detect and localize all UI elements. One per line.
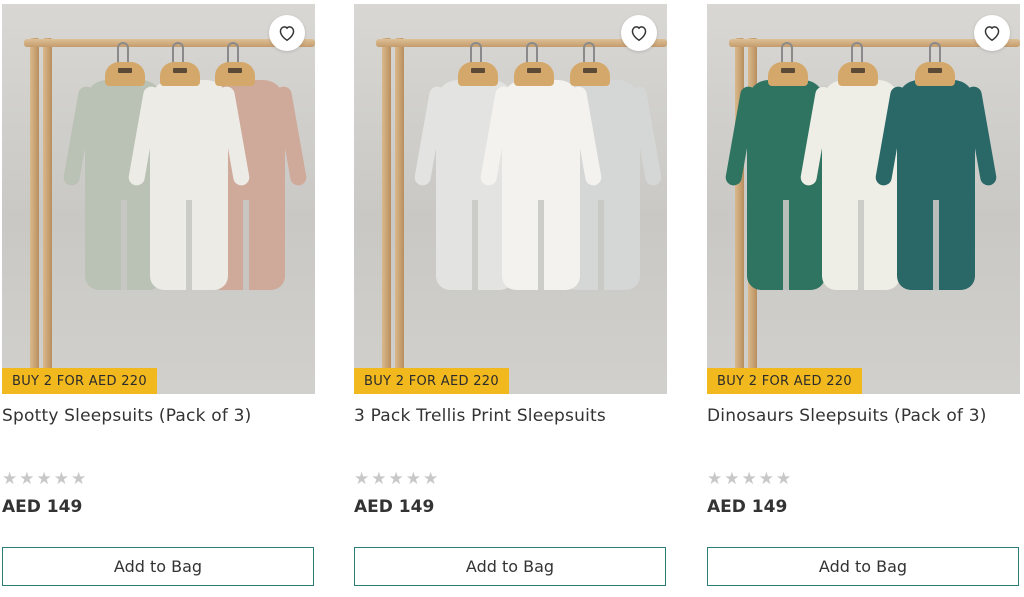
rating-stars: ★ ★ ★ ★ ★ xyxy=(707,469,1020,489)
star-icon: ★ xyxy=(707,469,723,489)
star-icon: ★ xyxy=(776,469,792,489)
hanger-hook xyxy=(470,42,482,64)
sleepsuit xyxy=(502,80,580,290)
hanger xyxy=(768,62,808,86)
add-to-bag-button[interactable]: Add to Bag xyxy=(707,547,1019,586)
star-icon: ★ xyxy=(71,469,87,489)
hanger xyxy=(514,62,554,86)
product-title[interactable]: Spotty Sleepsuits (Pack of 3) xyxy=(2,406,315,458)
product-title[interactable]: 3 Pack Trellis Print Sleepsuits xyxy=(354,406,667,458)
product-price: AED 149 xyxy=(354,497,435,517)
hanger xyxy=(160,62,200,86)
hanger xyxy=(215,62,255,86)
sleepsuit xyxy=(150,80,228,290)
rating-stars: ★ ★ ★ ★ ★ xyxy=(2,469,315,489)
offer-badge: BUY 2 FOR AED 220 xyxy=(354,368,509,394)
star-icon: ★ xyxy=(405,469,421,489)
product-card[interactable]: BUY 2 FOR AED 220 3 Pack Trellis Print S… xyxy=(354,4,667,586)
heart-outline-icon xyxy=(631,26,647,41)
star-icon: ★ xyxy=(354,469,370,489)
add-to-bag-button[interactable]: Add to Bag xyxy=(2,547,314,586)
star-icon: ★ xyxy=(741,469,757,489)
rack-post xyxy=(395,38,404,394)
rack-post xyxy=(30,38,39,394)
wishlist-button[interactable] xyxy=(974,15,1010,51)
sleepsuit xyxy=(897,80,975,290)
add-to-bag-button[interactable]: Add to Bag xyxy=(354,547,666,586)
offer-badge: BUY 2 FOR AED 220 xyxy=(2,368,157,394)
star-icon: ★ xyxy=(2,469,18,489)
product-image[interactable]: BUY 2 FOR AED 220 xyxy=(354,4,667,394)
product-grid: BUY 2 FOR AED 220 Spotty Sleepsuits (Pac… xyxy=(0,0,1024,597)
wishlist-button[interactable] xyxy=(621,15,657,51)
heart-outline-icon xyxy=(984,26,1000,41)
rack-post xyxy=(382,38,391,394)
star-icon: ★ xyxy=(371,469,387,489)
product-price: AED 149 xyxy=(2,497,83,517)
hanger-hook xyxy=(117,42,129,64)
hanger-hook xyxy=(583,42,595,64)
star-icon: ★ xyxy=(36,469,52,489)
rating-stars: ★ ★ ★ ★ ★ xyxy=(354,469,667,489)
product-title[interactable]: Dinosaurs Sleepsuits (Pack of 3) xyxy=(707,406,1020,458)
hanger-hook xyxy=(781,42,793,64)
star-icon: ★ xyxy=(758,469,774,489)
wishlist-button[interactable] xyxy=(269,15,305,51)
hanger-hook xyxy=(526,42,538,64)
hanger xyxy=(838,62,878,86)
heart-outline-icon xyxy=(279,26,295,41)
hanger-hook xyxy=(227,42,239,64)
hanger xyxy=(105,62,145,86)
product-price: AED 149 xyxy=(707,497,788,517)
hanger xyxy=(570,62,610,86)
star-icon: ★ xyxy=(724,469,740,489)
star-icon: ★ xyxy=(53,469,69,489)
star-icon: ★ xyxy=(388,469,404,489)
product-image[interactable]: BUY 2 FOR AED 220 xyxy=(2,4,315,394)
product-card[interactable]: BUY 2 FOR AED 220 Dinosaurs Sleepsuits (… xyxy=(707,4,1020,586)
star-icon: ★ xyxy=(19,469,35,489)
hanger-hook xyxy=(172,42,184,64)
product-card[interactable]: BUY 2 FOR AED 220 Spotty Sleepsuits (Pac… xyxy=(2,4,315,586)
rack-post xyxy=(43,38,52,394)
hanger xyxy=(458,62,498,86)
hanger-hook xyxy=(929,42,941,64)
hanger xyxy=(915,62,955,86)
product-image[interactable]: BUY 2 FOR AED 220 xyxy=(707,4,1020,394)
offer-badge: BUY 2 FOR AED 220 xyxy=(707,368,862,394)
hanger-hook xyxy=(851,42,863,64)
star-icon: ★ xyxy=(423,469,439,489)
